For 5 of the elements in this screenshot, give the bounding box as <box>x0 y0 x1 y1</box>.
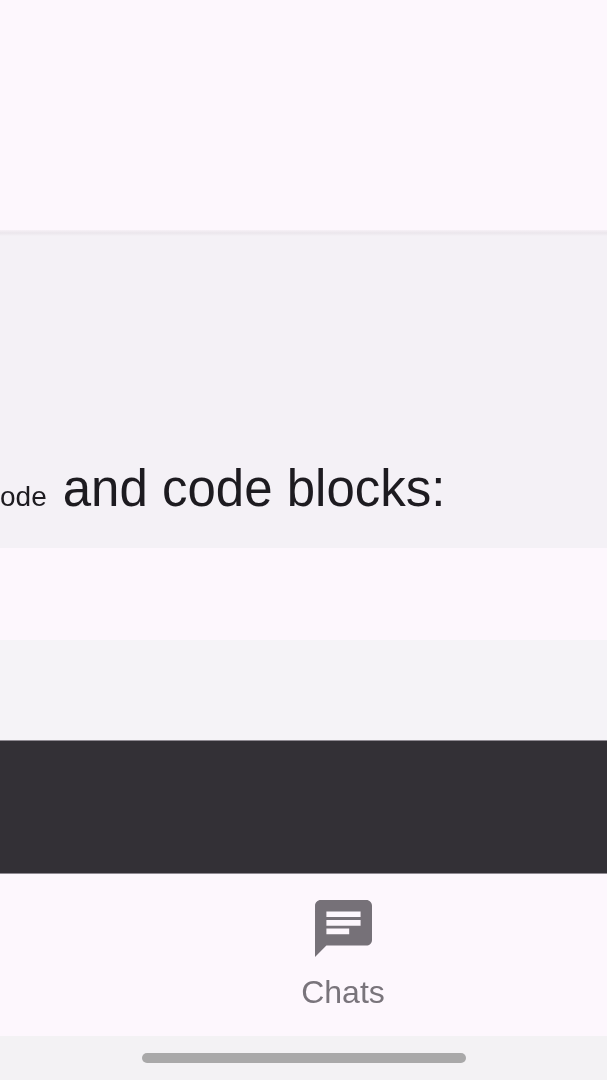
inline-code: ode <box>0 483 47 511</box>
message-text: and code blocks: <box>62 463 446 514</box>
nav-tab[interactable]: Chats <box>263 900 423 1036</box>
gesture-handle[interactable] <box>141 1053 466 1063</box>
chat-bubble-icon <box>314 900 372 957</box>
